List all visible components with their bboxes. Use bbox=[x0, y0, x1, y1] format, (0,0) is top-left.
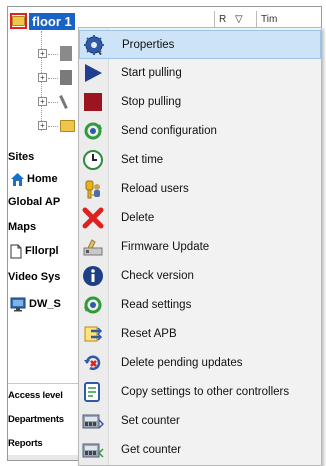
expand-toggle[interactable]: + bbox=[38, 97, 47, 106]
gear-refresh-icon bbox=[82, 120, 104, 142]
expand-toggle[interactable]: + bbox=[38, 73, 47, 82]
info-icon bbox=[82, 265, 104, 287]
menu-item-get-counter[interactable]: Get counter bbox=[79, 436, 321, 465]
menu-item-delete[interactable]: Delete bbox=[79, 204, 321, 233]
panel-splitter[interactable] bbox=[8, 383, 78, 384]
controller-icon bbox=[60, 46, 72, 61]
menu-item-label: Delete bbox=[121, 212, 155, 224]
gear-properties-icon bbox=[83, 34, 105, 56]
play-icon bbox=[82, 62, 104, 84]
set-counter-icon bbox=[82, 410, 104, 432]
tree-connector bbox=[48, 102, 58, 103]
sidebar-item-home[interactable]: Home bbox=[10, 172, 80, 188]
global-apb-heading: Global AP bbox=[8, 196, 61, 208]
reset-apb-icon bbox=[82, 323, 104, 345]
nav-departments[interactable]: Departments bbox=[8, 413, 64, 427]
sidebar-item-label: DW_S bbox=[29, 298, 61, 310]
menu-item-label: Properties bbox=[122, 39, 175, 51]
menu-item-label: Start pulling bbox=[121, 67, 182, 79]
menu-item-label: Firmware Update bbox=[121, 241, 210, 253]
menu-item-properties[interactable]: Properties bbox=[79, 30, 321, 59]
menu-item-label: Get counter bbox=[121, 444, 182, 456]
selected-folder-outline bbox=[10, 13, 27, 29]
sidebar-item-dw[interactable]: DW_S bbox=[10, 296, 80, 314]
menu-item-send-configuration[interactable]: Send configuration bbox=[79, 117, 321, 146]
menu-item-set-time[interactable]: Set time bbox=[79, 146, 321, 175]
menu-item-stop-pulling[interactable]: Stop pulling bbox=[79, 88, 321, 117]
get-counter-icon bbox=[82, 439, 104, 461]
firmware-icon bbox=[82, 236, 104, 258]
red-x-icon bbox=[82, 207, 104, 229]
menu-item-label: Check version bbox=[121, 270, 194, 282]
nav-reports[interactable]: Reports bbox=[8, 437, 43, 451]
menu-item-label: Reload users bbox=[121, 183, 189, 195]
menu-item-read-settings[interactable]: Read settings bbox=[79, 291, 321, 320]
menu-item-label: Delete pending updates bbox=[121, 357, 243, 369]
delete-pending-icon bbox=[82, 352, 104, 374]
copy-settings-icon bbox=[82, 381, 104, 403]
sidebar-item-label: Home bbox=[27, 173, 58, 185]
expand-toggle[interactable]: + bbox=[38, 121, 47, 130]
menu-item-copy-settings[interactable]: Copy settings to other controllers bbox=[79, 378, 321, 407]
menu-item-reload-users[interactable]: Reload users bbox=[79, 175, 321, 204]
menu-item-firmware-update[interactable]: Firmware Update bbox=[79, 233, 321, 262]
stop-icon bbox=[82, 91, 104, 113]
menu-item-set-counter[interactable]: Set counter bbox=[79, 407, 321, 436]
controller-icon bbox=[60, 70, 72, 85]
menu-item-label: Send configuration bbox=[121, 125, 217, 137]
maps-heading: Maps bbox=[8, 221, 37, 233]
tree-connector bbox=[48, 126, 58, 127]
sidebar-item-label: Fllorpl bbox=[25, 245, 59, 257]
menu-item-start-pulling[interactable]: Start pulling bbox=[79, 59, 321, 88]
column-header-r-label: R bbox=[219, 14, 227, 25]
context-menu: Properties Start pulling Stop pulling Se… bbox=[78, 27, 322, 466]
document-icon bbox=[10, 244, 22, 259]
key-user-icon bbox=[82, 178, 104, 200]
menu-item-label: Set counter bbox=[121, 415, 180, 427]
tree-connector bbox=[48, 54, 58, 55]
menu-item-reset-apb[interactable]: Reset APB bbox=[79, 320, 321, 349]
folder-icon bbox=[12, 16, 25, 26]
menu-item-label: Read settings bbox=[121, 299, 192, 311]
menu-item-check-version[interactable]: Check version bbox=[79, 262, 321, 291]
home-icon bbox=[11, 173, 24, 186]
camera-icon bbox=[59, 95, 68, 109]
nav-access-levels[interactable]: Access level bbox=[8, 389, 63, 403]
sidebar-item-floorplan[interactable]: Fllorpl bbox=[10, 244, 80, 260]
clock-icon bbox=[82, 149, 104, 171]
menu-item-label: Copy settings to other controllers bbox=[121, 386, 290, 398]
gear-read-icon bbox=[82, 294, 104, 316]
menu-item-label: Set time bbox=[121, 154, 164, 166]
menu-item-delete-pending-updates[interactable]: Delete pending updates bbox=[79, 349, 321, 378]
tree-connector bbox=[48, 78, 58, 79]
menu-item-label: Reset APB bbox=[121, 328, 177, 340]
folder-icon bbox=[60, 120, 75, 132]
filter-icon[interactable]: ▽ bbox=[235, 14, 243, 25]
monitor-icon bbox=[10, 297, 26, 312]
video-systems-heading: Video Sys bbox=[8, 271, 61, 283]
expand-toggle[interactable]: + bbox=[38, 49, 47, 58]
sites-heading: Sites bbox=[8, 151, 35, 163]
tree-node-floor-1[interactable]: floor 1 bbox=[29, 13, 75, 30]
menu-item-label: Stop pulling bbox=[121, 96, 182, 108]
